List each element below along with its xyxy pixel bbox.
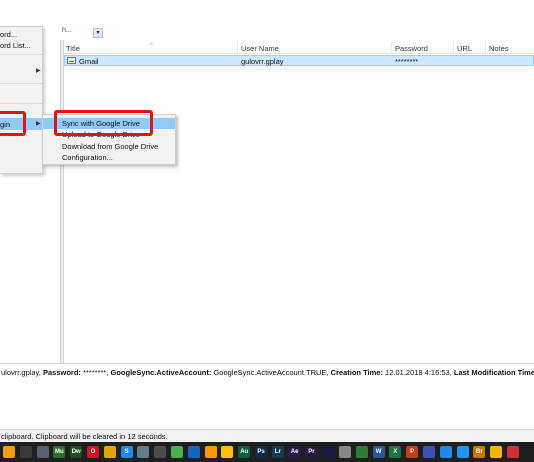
column-header-password[interactable]: Password	[395, 44, 428, 53]
camera-icon[interactable]	[154, 446, 167, 458]
steam-icon[interactable]	[36, 446, 49, 458]
cell-user-name: gulovrr.gplay	[241, 57, 284, 66]
menu-separator	[0, 54, 42, 55]
submenu-arrow-icon: ▶	[36, 68, 41, 74]
sort-arrow-icon: ^	[150, 43, 153, 49]
powerpoint-icon[interactable]: P	[406, 446, 419, 458]
column-divider[interactable]	[453, 42, 454, 54]
globe-icon[interactable]	[423, 446, 435, 458]
entry-key-icon	[67, 57, 76, 64]
table-header: Title ^ User Name Password URL Notes	[64, 42, 534, 54]
annotation-highlight-box	[0, 111, 26, 136]
menu-separator	[0, 103, 42, 104]
column-header-user-name[interactable]: User Name	[241, 44, 279, 53]
column-header-title[interactable]: Title	[66, 44, 80, 53]
skype-icon[interactable]: S	[120, 446, 133, 458]
opera-icon[interactable]: O	[87, 446, 99, 458]
entry-list[interactable]: Title ^ User Name Password URL Notes Gma…	[64, 42, 534, 363]
dreamweaver-icon[interactable]: Dw	[70, 446, 83, 458]
entry-detail-text: ulovrr.gplay, Password: ********, Google…	[1, 368, 534, 377]
keepass-icon[interactable]	[355, 446, 368, 458]
bridge-icon[interactable]: Br	[473, 446, 486, 458]
status-text: clipboard. Clipboard will be cleared in …	[1, 432, 168, 441]
audition-icon[interactable]: Au	[238, 446, 251, 458]
lightroom-icon[interactable]: Lr	[271, 446, 284, 458]
file-explorer-icon[interactable]	[19, 446, 32, 458]
taskbar: Mu Dw O S Au Ps Lr Ae Pr W X P Br	[0, 442, 534, 462]
column-header-notes[interactable]: Notes	[489, 44, 509, 53]
column-header-url[interactable]: URL	[457, 44, 472, 53]
sync-icon[interactable]	[439, 446, 452, 458]
warning-icon[interactable]	[221, 446, 234, 458]
entry-detail-pane: ulovrr.gplay, Password: ********, Google…	[0, 363, 534, 429]
mu-icon[interactable]: Mu	[53, 446, 66, 458]
menu-item-download-from-google-drive[interactable]: Download from Google Drive	[43, 141, 175, 152]
excel-icon[interactable]: X	[389, 446, 402, 458]
submenu-arrow-icon: ▶	[36, 121, 41, 127]
word-icon[interactable]: W	[372, 446, 385, 458]
media-encoder-icon[interactable]	[322, 446, 335, 458]
browser-icon[interactable]	[204, 446, 217, 458]
app-icon[interactable]	[137, 446, 150, 458]
menu-separator	[0, 83, 42, 84]
column-divider[interactable]	[237, 42, 238, 54]
green-app-icon[interactable]	[171, 446, 183, 458]
cell-password: ********	[395, 57, 419, 66]
blue-app-icon[interactable]	[187, 446, 200, 458]
cell-title: Gmail	[79, 57, 99, 66]
folder-icon[interactable]	[490, 446, 503, 458]
menu-item-copy-password[interactable]: ord...	[0, 30, 42, 40]
after-effects-icon[interactable]: Ae	[288, 446, 301, 458]
photoshop-icon[interactable]: Ps	[255, 446, 267, 458]
column-divider[interactable]	[391, 42, 392, 54]
column-divider[interactable]	[485, 42, 486, 54]
chrome-icon[interactable]	[103, 446, 116, 458]
settings-icon[interactable]	[456, 446, 469, 458]
orange-app-icon[interactable]	[3, 446, 15, 458]
image-viewer-icon[interactable]	[339, 446, 351, 458]
menu-item-configuration[interactable]: Configuration...	[43, 152, 175, 163]
table-row[interactable]: Gmail gulovrr.gplay ********	[64, 55, 534, 66]
premiere-icon[interactable]: Pr	[305, 446, 318, 458]
red-app-icon[interactable]	[507, 446, 519, 458]
menu-item-password-list[interactable]: ord List...	[0, 41, 42, 51]
context-menu: ord... ord List... ▶ gin ▶	[0, 26, 43, 174]
annotation-highlight-box	[54, 110, 153, 136]
status-bar: clipboard. Clipboard will be cleared in …	[0, 429, 534, 442]
toolbar: h... ▾	[0, 26, 534, 40]
search-text-tail: h...	[62, 27, 72, 34]
toolbar-dropdown-button[interactable]: ▾	[93, 28, 103, 38]
